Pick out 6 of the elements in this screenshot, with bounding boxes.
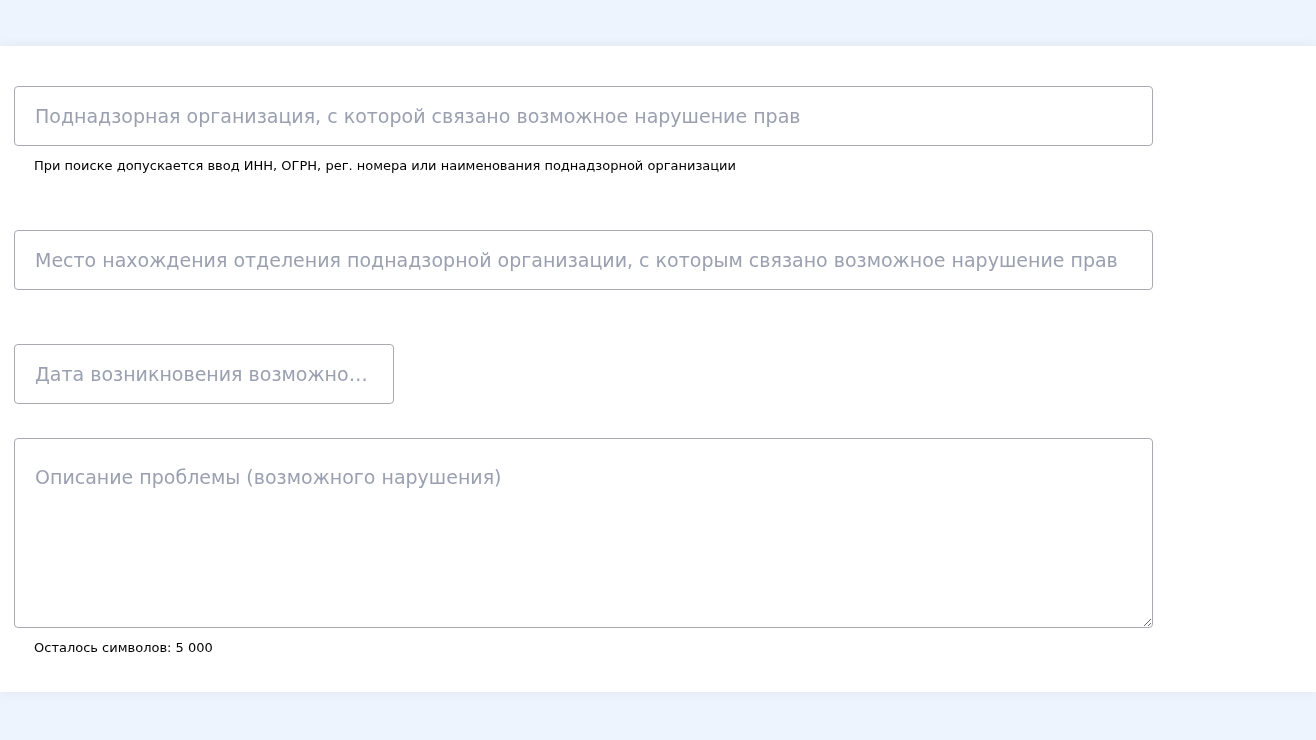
date-field[interactable]: Дата возникновения возможно… bbox=[14, 344, 394, 404]
description-field[interactable]: Описание проблемы (возможного нарушения) bbox=[14, 438, 1153, 628]
input-field[interactable]: Поднадзорная организация, с которой связано возможное нарушение прав bbox=[14, 86, 1153, 146]
input-field[interactable]: Место нахождения отделения поднадзорной организации, с которым связано возможное нарушение прав bbox=[14, 230, 1153, 290]
helper-text: Осталось символов: 5 000 bbox=[34, 639, 214, 657]
helper-text: При поиске допускается ввод ИНН, ОГРН, рег. номера или наименования поднадзорной организации bbox=[34, 157, 737, 175]
